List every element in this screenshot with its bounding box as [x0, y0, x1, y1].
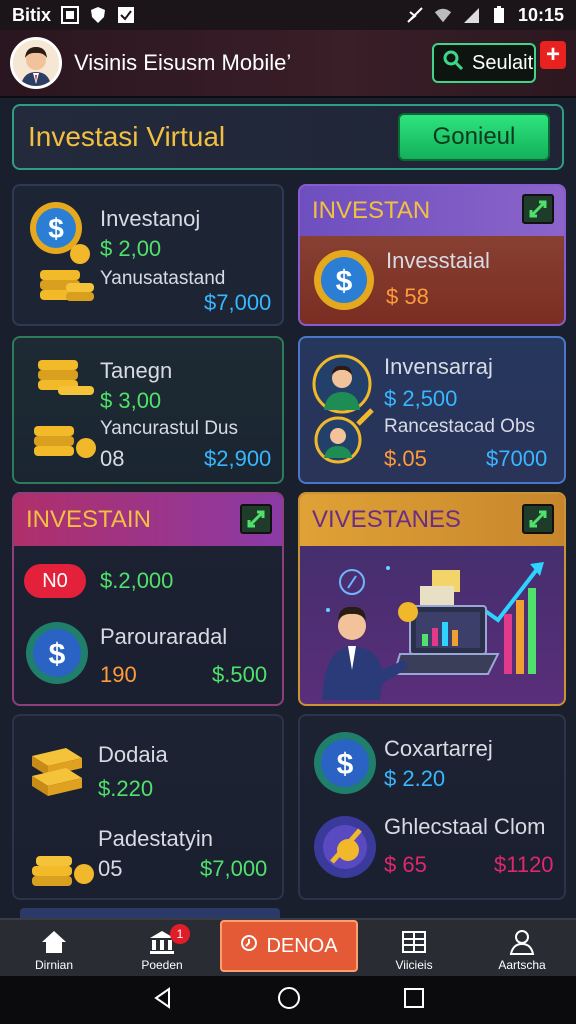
recents-icon[interactable]: [403, 987, 425, 1014]
card-amount: $.220: [98, 776, 154, 801]
card-number: 08: [100, 446, 125, 471]
search-icon: [442, 49, 464, 77]
nav-calendar[interactable]: Viicieis: [360, 920, 468, 976]
center-action-button[interactable]: DENOA: [220, 920, 358, 972]
dollar-coin-icon: $: [312, 730, 378, 801]
shield-icon: [89, 6, 107, 24]
card-name: Parouraradal: [100, 624, 228, 649]
gold-bars-icon: [26, 736, 96, 897]
card-value: $2,900: [204, 446, 272, 471]
investor-avatars-icon: [310, 354, 380, 473]
continue-button[interactable]: Gonieul: [398, 113, 550, 161]
card-value: $7,000: [204, 290, 272, 315]
nav-profile[interactable]: Aartscha: [468, 920, 576, 976]
nav-label: Viicieis: [395, 958, 433, 972]
investment-card-4[interactable]: Invensarraj $ 2,500 Rancestacad Obs $.05…: [298, 336, 566, 484]
count-badge: N0: [24, 564, 86, 598]
expand-icon[interactable]: [522, 504, 554, 534]
expand-icon[interactable]: [240, 504, 272, 534]
card-name: Coxartarrej: [384, 736, 493, 761]
nav-home[interactable]: Dirnian: [0, 920, 108, 976]
dollar-coin-icon: $: [312, 248, 376, 317]
investment-card-5[interactable]: INVESTAIN N0 $.2,000 $ Parouraradal 190 …: [12, 492, 284, 706]
investment-card-8[interactable]: $ Coxartarrej $ 2.20 Ghlecstaal Clom $ 6…: [298, 714, 566, 900]
card-amount: $ 3,00: [100, 388, 162, 413]
image-icon: [61, 6, 80, 24]
svg-text:$: $: [337, 748, 354, 781]
avatar[interactable]: [10, 37, 62, 89]
clock: 10:15: [517, 4, 564, 25]
card-amount: $ 2,00: [100, 236, 162, 261]
svg-text:$: $: [336, 265, 353, 298]
card-subtitle: Yancurastul Dus: [100, 418, 238, 439]
svg-text:$: $: [48, 213, 64, 244]
investment-card-3[interactable]: Tanegn $ 3,00 Yancurastul Dus 08 $2,900: [12, 336, 284, 484]
card-amount: $.2,000: [100, 568, 174, 593]
clock-icon: [240, 934, 258, 958]
back-icon[interactable]: [151, 986, 175, 1015]
banner-title: Investasi Virtual: [28, 121, 226, 152]
card-name: Invesstaial: [386, 248, 490, 273]
wifi-icon: [434, 6, 452, 24]
card-value: $7000: [486, 446, 548, 471]
card-subtitle: Yanusatastand: [100, 268, 226, 289]
card-value: $.500: [212, 662, 268, 687]
expand-icon[interactable]: [522, 194, 554, 224]
investment-card-2[interactable]: INVESTAN $ Invesstaial $ 58: [298, 184, 566, 326]
add-button[interactable]: +: [540, 41, 566, 69]
home-icon: [40, 929, 68, 958]
card-name: Dodaia: [98, 742, 168, 767]
card-name: Investanoj: [100, 206, 201, 231]
profile-icon: [508, 929, 536, 958]
card-amount: $ 2,500: [384, 386, 458, 411]
investment-card-7[interactable]: Dodaia $.220 Padestatyin 05 $7,000: [12, 714, 284, 900]
nav-bank[interactable]: Poeden 1: [108, 920, 216, 976]
card-subtitle: Ghlecstaal Clom: [384, 814, 546, 839]
nav-label: Aartscha: [498, 958, 546, 972]
search-label: Seulait: [472, 51, 534, 74]
calendar-icon: [400, 927, 428, 958]
search-button[interactable]: Seulait: [432, 43, 536, 83]
notification-badge: 1: [170, 924, 190, 944]
coin-stack-icon: [30, 356, 100, 471]
nav-label: Poeden: [141, 958, 183, 972]
dollar-coin-icon: $: [24, 620, 90, 691]
investor-laptop-illustration: [308, 550, 558, 704]
card-number: 190: [100, 662, 137, 687]
battery-icon: [490, 6, 508, 24]
home-circle-icon[interactable]: [276, 985, 302, 1016]
card-amount: $ 58: [386, 284, 429, 309]
next-card-edge: [20, 908, 280, 918]
check-box-icon: [117, 6, 135, 24]
svg-text:$: $: [49, 638, 66, 671]
card-amount: $ 2.20: [384, 766, 446, 791]
card-small-value: $ 65: [384, 852, 427, 877]
investment-card-6[interactable]: VIVESTANES: [298, 492, 566, 706]
card-name: Tanegn: [100, 358, 173, 383]
card-value: $1120: [494, 852, 554, 877]
coin-growth-icon: [312, 814, 378, 885]
card-name: Invensarraj: [384, 354, 493, 379]
signal-icon: [462, 6, 480, 24]
card-small-value: $.05: [384, 446, 427, 471]
app-title: Visinis Eisusm Mobile’: [74, 50, 292, 75]
center-action-label: DENOA: [266, 934, 338, 957]
card-value: $7,000: [200, 856, 268, 881]
virtual-investment-banner: Investasi Virtual Gonieul: [12, 104, 564, 170]
card-subtitle: Rancestacad Obs: [384, 416, 536, 437]
card-subtitle: Padestatyin: [98, 826, 213, 851]
status-bar: Bitix 10:15: [0, 0, 576, 30]
investment-card-1[interactable]: $ Investanoj $ 2,00 Yanusatastand $7,000: [12, 184, 284, 326]
nav-label: Dirnian: [34, 958, 73, 972]
app-header: Visinis Eisusm Mobile’ Seulait +: [0, 30, 576, 98]
carrier-label: Bitix: [12, 4, 52, 25]
system-nav-bar: [0, 976, 576, 1024]
dollar-coin-icon: $: [26, 198, 96, 313]
card-number: 05: [98, 856, 123, 881]
mute-icon: [406, 6, 424, 24]
